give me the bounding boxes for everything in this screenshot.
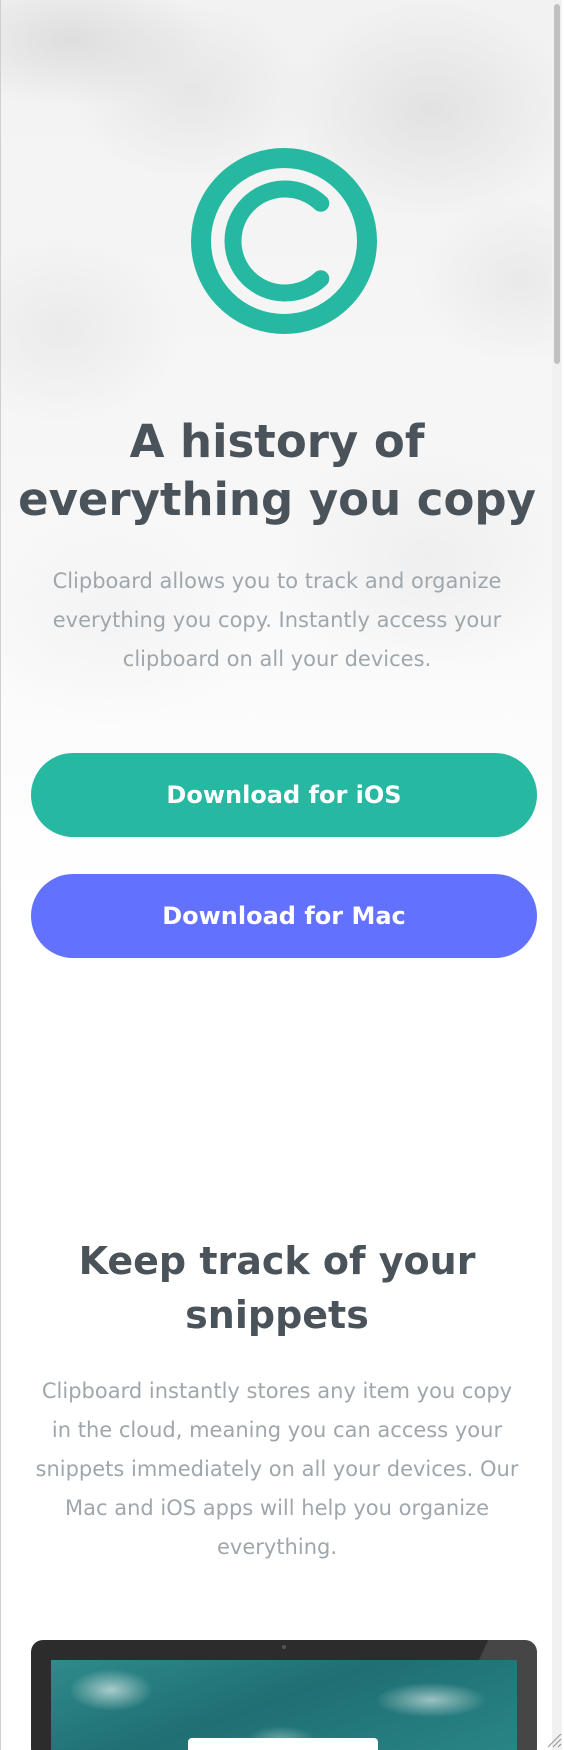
- hero-description: Clipboard allows you to track and organi…: [52, 569, 502, 671]
- hero-title: A history of everything you copy: [18, 415, 536, 526]
- download-mac-button[interactable]: Download for Mac: [31, 874, 537, 958]
- snippets-description: Clipboard instantly stores any item you …: [35, 1379, 519, 1559]
- resize-grip-icon[interactable]: [544, 1730, 562, 1748]
- copyright-icon: [191, 148, 377, 334]
- computer-monitor-image: [31, 1640, 537, 1750]
- vertical-scrollbar[interactable]: [552, 0, 562, 1750]
- monitor-camera: [282, 1645, 286, 1649]
- download-ios-label: Download for iOS: [166, 781, 402, 809]
- scrollbar-thumb[interactable]: [554, 4, 560, 364]
- download-ios-button[interactable]: Download for iOS: [31, 753, 537, 837]
- download-mac-label: Download for Mac: [162, 902, 406, 930]
- snippets-title: Keep track of your snippets: [78, 1239, 476, 1337]
- page: A history of everything you copy Clipboa…: [0, 0, 562, 1750]
- monitor-screen: [51, 1660, 517, 1750]
- monitor-app-window: [188, 1738, 378, 1750]
